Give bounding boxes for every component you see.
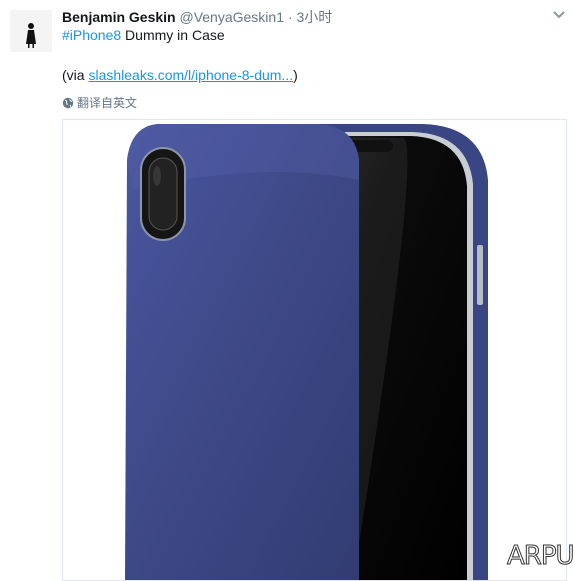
tweet-header: Benjamin Geskin @VenyaGeskin1 · 3小时 <box>62 7 332 27</box>
author-name[interactable]: Benjamin Geskin <box>62 9 176 25</box>
translate-label: 翻译自英文 <box>77 96 138 110</box>
tweet-text: #iPhone8 Dummy in Case <box>62 27 225 43</box>
author-handle[interactable]: @VenyaGeskin1 <box>179 9 284 25</box>
source-link[interactable]: slashleaks.com/l/iphone-8-dum... <box>88 67 293 83</box>
via-suffix: ) <box>293 67 298 83</box>
globe-icon <box>62 97 74 108</box>
tweet-text-body: Dummy in Case <box>121 27 225 43</box>
phone-case-image <box>125 124 488 580</box>
translate-button[interactable]: 翻译自英文 <box>62 94 137 111</box>
via-line: (via slashleaks.com/l/iphone-8-dum...) <box>62 67 298 83</box>
separator-dot: · <box>287 9 293 25</box>
avatar[interactable] <box>10 10 52 52</box>
via-prefix: (via <box>62 67 89 83</box>
chevron-down-icon[interactable] <box>550 8 568 22</box>
tweet-photo[interactable] <box>62 119 567 581</box>
watermark: ARPUN <box>506 541 575 572</box>
avatar-image <box>10 10 52 52</box>
hashtag-link[interactable]: #iPhone8 <box>62 27 121 43</box>
tweet-time[interactable]: 3小时 <box>296 9 332 25</box>
